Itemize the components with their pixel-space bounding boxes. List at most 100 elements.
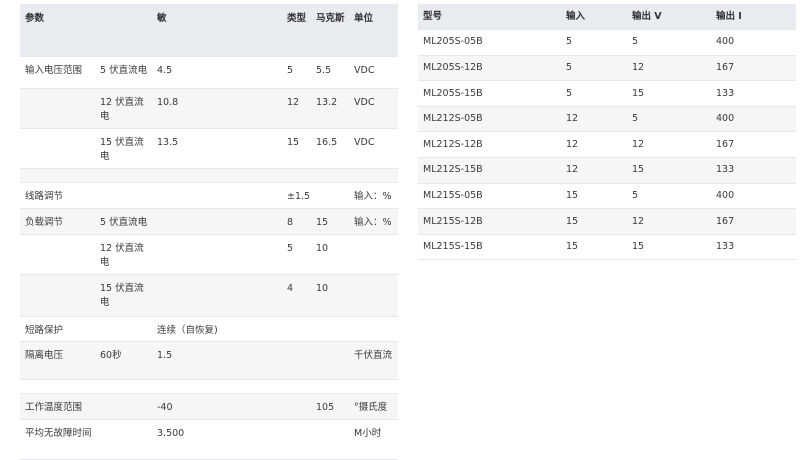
model-cell: 400 [711, 106, 796, 132]
spec-cell [20, 274, 95, 317]
model-cell: 167 [711, 208, 796, 235]
model-cell: 5 [632, 189, 639, 201]
model-header-output-v: 输出 V [627, 4, 711, 30]
spec-cell: -40 [152, 393, 282, 420]
model-cell: 5 [566, 87, 573, 99]
spec-cell: 短路保护 [25, 325, 64, 336]
spec-cell: 12 伏直流电 [100, 243, 144, 268]
model-table: 型号 输入 输出 V 输出 I ML205S-05B 5 5 400 ML205… [418, 4, 796, 260]
table-row: ML215S-12B 15 12 167 [418, 208, 796, 235]
table-row: ML205S-15B 5 15 133 [418, 81, 796, 107]
spec-cell: 12 伏直流电 [95, 88, 152, 129]
spec-row-mtbf: 平均无故障时间 3.500 M小时 [20, 420, 398, 460]
spec-cell: 5 伏直流电 [100, 65, 148, 76]
spec-cell: 8 [282, 208, 311, 235]
spec-row-load-5v: 负载调节 5 伏直流电 8 15 输入：% [20, 208, 398, 235]
model-header-model: 型号 [418, 4, 561, 30]
table-row: ML212S-15B 12 15 133 [418, 157, 796, 184]
spec-row-input-15v: 15 伏直流电 13.5 15 16.5 VDC [20, 129, 398, 169]
spec-header-condition [95, 4, 152, 57]
spec-cell: 隔离电压 [20, 341, 95, 380]
spec-cell: 5 [287, 65, 294, 76]
spec-cell: 线路调节 [25, 191, 64, 202]
spec-table: 参数 敏 类型 马克斯 单位 输入电压范围 5 伏直流电 4.5 5 5.5 V… [20, 4, 398, 460]
spec-cell [152, 380, 282, 394]
spec-cell: 连续（自恢复) [157, 325, 218, 336]
model-cell: 5 [627, 106, 711, 132]
spec-cell [152, 274, 282, 317]
spec-row-load-12v: 12 伏直流电 5 10 [20, 235, 398, 275]
model-cell: 12 [561, 157, 627, 184]
model-cell: 133 [711, 157, 796, 184]
spec-cell: 15 [287, 137, 300, 148]
spec-cell [95, 420, 152, 460]
spec-table-body: 参数 敏 类型 马克斯 单位 输入电压范围 5 伏直流电 4.5 5 5.5 V… [20, 4, 398, 460]
spec-cell: 10 [311, 274, 349, 317]
spec-cell [282, 393, 311, 420]
spec-cell: 1.5 [152, 341, 282, 380]
spec-header-param: 参数 [20, 4, 95, 57]
spec-cell [349, 317, 398, 342]
spec-cell [282, 317, 311, 342]
model-cell: 12 [566, 138, 579, 150]
spec-cell: 15 伏直流电 [100, 137, 144, 162]
model-cell: ML205S-12B [418, 55, 561, 81]
spec-cell: 5 伏直流电 [95, 208, 152, 235]
model-cell: ML215S-15B [423, 241, 483, 253]
model-cell: 15 [566, 189, 579, 201]
spec-cell: 输入：% [349, 208, 398, 235]
model-cell: ML215S-05B [423, 189, 483, 201]
spec-cell: 105 [311, 393, 349, 420]
spec-cell [282, 341, 311, 380]
table-row: ML205S-12B 5 12 167 [418, 55, 796, 81]
spec-cell: M小时 [354, 428, 382, 439]
spec-cell: 千伏直流 [349, 341, 398, 380]
spec-row-input-12v: 12 伏直流电 10.8 12 13.2 VDC [20, 88, 398, 129]
spec-row-isolation: 隔离电压 60秒 1.5 千伏直流 [20, 341, 398, 380]
spec-cell: 5.5 [316, 65, 332, 76]
spec-cell [349, 168, 398, 183]
spec-cell [311, 183, 349, 209]
model-cell: 15 [632, 241, 645, 253]
spec-cell: 工作温度范围 [20, 393, 95, 420]
model-cell: 5 [566, 36, 573, 48]
spec-row-short-circuit: 短路保护 连续（自恢复) [20, 317, 398, 342]
spec-row-line-regulation: 线路调节 ±1.5 输入：% [20, 183, 398, 209]
spec-cell [311, 317, 349, 342]
model-header-output-i: 输出 I [711, 4, 796, 30]
spec-cell [311, 168, 349, 183]
spec-row-spacer [20, 168, 398, 183]
spec-cell: 3.500 [157, 428, 185, 439]
spec-header-typ: 类型 [282, 4, 311, 57]
spec-cell [95, 317, 152, 342]
spec-cell [311, 341, 349, 380]
spec-cell [349, 235, 398, 275]
spec-cell [95, 183, 152, 209]
spec-cell: 4 [282, 274, 311, 317]
spec-cell [95, 393, 152, 420]
spec-cell [282, 168, 311, 183]
spec-cell [95, 168, 152, 183]
spec-cell [152, 183, 282, 209]
table-row: ML215S-15B 15 15 133 [418, 234, 796, 260]
model-table-header-row: 型号 输入 输出 V 输出 I [418, 4, 796, 30]
model-cell: 12 [561, 106, 627, 132]
spec-cell: 13.5 [157, 137, 179, 148]
model-cell: 167 [716, 138, 735, 150]
spec-cell [152, 235, 282, 275]
spec-cell: VDC [349, 88, 398, 129]
spec-cell: 输入电压范围 [25, 65, 83, 76]
spec-cell [349, 380, 398, 394]
table-row: ML215S-05B 15 5 400 [418, 183, 796, 209]
model-cell: 12 [632, 138, 645, 150]
spec-cell: 15 伏直流电 [95, 274, 152, 317]
spec-cell: 10 [316, 243, 329, 254]
spec-row-input-5v: 输入电压范围 5 伏直流电 4.5 5 5.5 VDC [20, 57, 398, 89]
model-cell: 5 [561, 55, 627, 81]
spec-cell: °摄氏度 [349, 393, 398, 420]
spec-cell [20, 129, 95, 169]
spec-cell: 15 [311, 208, 349, 235]
model-cell: 400 [716, 189, 735, 201]
model-cell: ML212S-15B [418, 157, 561, 184]
model-table-body: 型号 输入 输出 V 输出 I ML205S-05B 5 5 400 ML205… [418, 4, 796, 260]
